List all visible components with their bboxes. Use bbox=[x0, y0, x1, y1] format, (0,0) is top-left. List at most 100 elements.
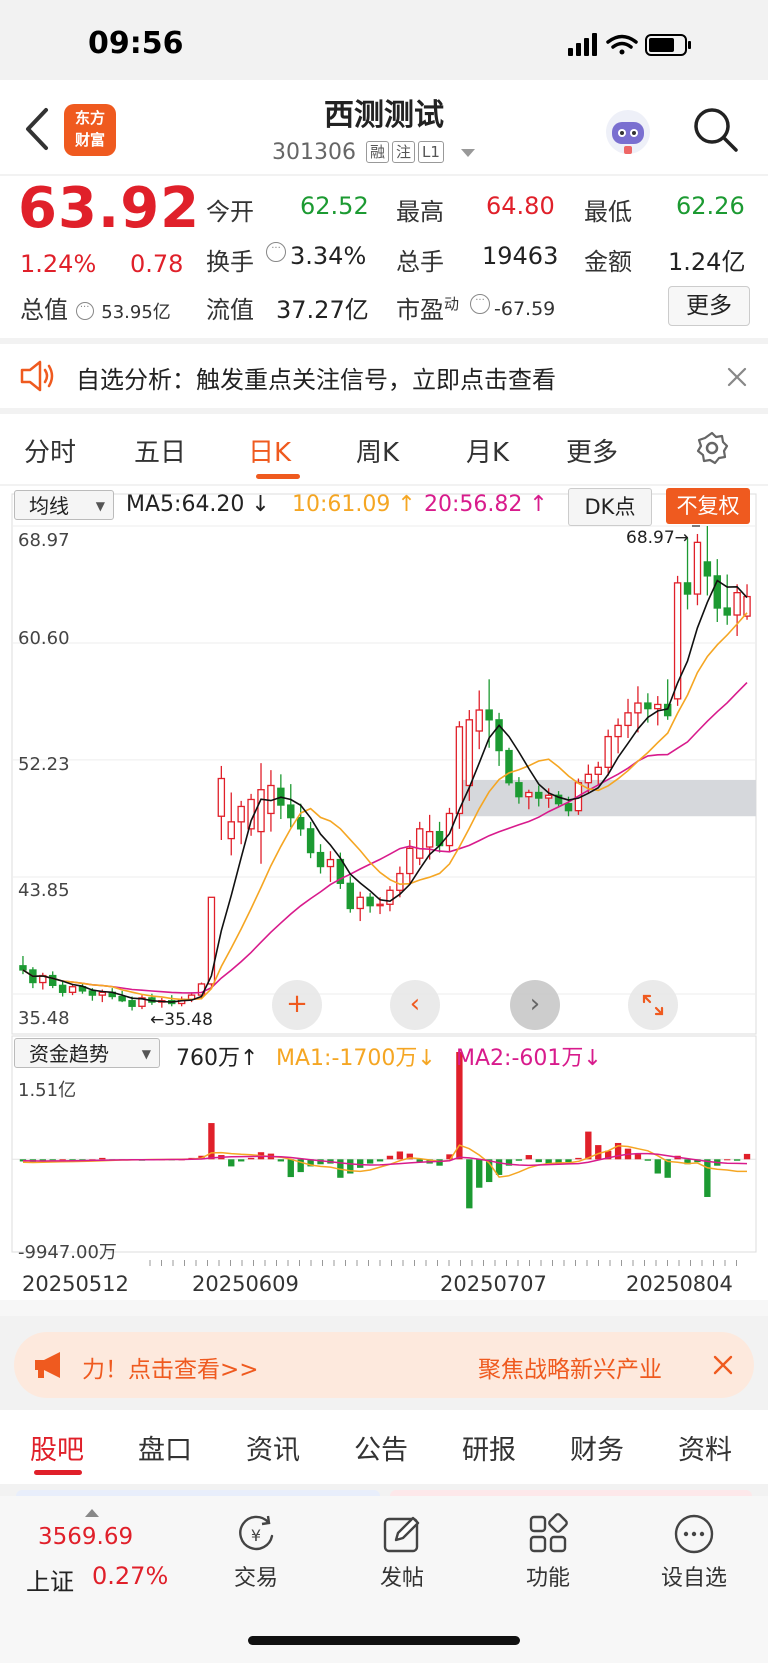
flow-bar bbox=[238, 1159, 245, 1162]
candle bbox=[594, 766, 602, 775]
candle bbox=[406, 847, 414, 875]
previous-button[interactable]: ‹ bbox=[390, 980, 440, 1030]
tab-daily-k[interactable]: 日K bbox=[248, 432, 291, 469]
tab-intraday[interactable]: 分时 bbox=[24, 432, 76, 469]
candle bbox=[425, 830, 434, 848]
candle bbox=[723, 607, 731, 616]
nav-features-label[interactable]: 功能 bbox=[503, 1560, 593, 1592]
pe-info-icon[interactable]: ··· bbox=[470, 294, 490, 314]
candle bbox=[733, 592, 741, 616]
flow-ma1-line bbox=[22, 1144, 747, 1178]
candle bbox=[535, 791, 543, 799]
nav-post-label[interactable]: 发帖 bbox=[357, 1560, 447, 1592]
flow-y-max: 1.51亿 bbox=[18, 1080, 77, 1101]
y-tick-label: 43.85 bbox=[18, 880, 70, 901]
kline-frame bbox=[11, 493, 757, 1035]
float-label: 流值 bbox=[206, 296, 254, 324]
post-icon[interactable] bbox=[380, 1512, 424, 1556]
fullscreen-icon[interactable] bbox=[628, 980, 678, 1030]
candle bbox=[544, 794, 553, 799]
flow-indicator-select[interactable]: 资金趋势 ▼ bbox=[14, 1038, 160, 1068]
float-value: 37.27亿 bbox=[276, 296, 369, 324]
tab-order-book[interactable]: 盘口 bbox=[138, 1428, 192, 1467]
candlestick-chart[interactable] bbox=[0, 486, 768, 1316]
tab-announcements[interactable]: 公告 bbox=[354, 1428, 408, 1467]
indicator-select[interactable]: 均线 ▼ bbox=[14, 490, 114, 520]
turnover-label: 换手 bbox=[206, 248, 254, 276]
y-tick-label: 52.23 bbox=[18, 754, 70, 775]
high-value: 64.80 bbox=[486, 192, 555, 220]
svg-text:¥: ¥ bbox=[251, 1526, 261, 1545]
trade-icon[interactable]: ¥ bbox=[234, 1512, 278, 1556]
low-label: 最低 bbox=[584, 198, 632, 226]
ma5-label: MA5:64.20 ↓ bbox=[126, 492, 270, 517]
zoom-in-button[interactable]: + bbox=[272, 980, 322, 1030]
flow-bar bbox=[476, 1159, 483, 1188]
close-icon[interactable] bbox=[712, 1354, 734, 1376]
tab-more[interactable]: 更多 bbox=[566, 432, 618, 469]
flow-bar bbox=[466, 1159, 473, 1209]
total-value[interactable]: 总值 ··· 53.95亿 bbox=[20, 290, 171, 325]
flow-bar bbox=[386, 1155, 394, 1160]
flow-bar bbox=[287, 1159, 294, 1178]
features-icon[interactable] bbox=[526, 1512, 570, 1556]
index-change-pct: 0.27% bbox=[92, 1562, 169, 1590]
search-icon[interactable] bbox=[690, 104, 740, 154]
y-tick-label: 68.97 bbox=[18, 530, 70, 551]
tab-research[interactable]: 研报 bbox=[462, 1428, 516, 1467]
nav-watchlist-label[interactable]: 设自选 bbox=[649, 1560, 739, 1592]
home-indicator bbox=[248, 1636, 520, 1645]
status-time: 09:56 bbox=[88, 26, 184, 61]
candle bbox=[227, 821, 235, 840]
close-icon[interactable] bbox=[726, 366, 748, 388]
ma10-label: 10:61.09 ↑ bbox=[292, 492, 416, 517]
flow-bar bbox=[436, 1159, 443, 1166]
robot-assistant-icon[interactable] bbox=[600, 104, 656, 160]
candle bbox=[386, 889, 394, 905]
flow-bar bbox=[585, 1131, 592, 1160]
expand-up-icon[interactable] bbox=[84, 1508, 100, 1518]
more-dots-icon[interactable] bbox=[672, 1512, 716, 1556]
dk-point-button[interactable]: DK点 bbox=[568, 488, 652, 526]
index-value[interactable]: 3569.69 bbox=[38, 1524, 133, 1550]
tab-forum[interactable]: 股吧 bbox=[30, 1428, 84, 1467]
y-tick-label: 60.60 bbox=[18, 628, 70, 649]
flow-bar bbox=[575, 1157, 582, 1160]
tab-financials[interactable]: 财务 bbox=[570, 1428, 624, 1467]
next-button[interactable]: › bbox=[510, 980, 560, 1030]
open-value: 62.52 bbox=[300, 192, 369, 220]
flow-bar bbox=[228, 1159, 235, 1167]
candle bbox=[237, 805, 245, 823]
speaker-icon bbox=[20, 360, 54, 392]
nav-trade-label[interactable]: 交易 bbox=[211, 1560, 301, 1592]
flow-bar bbox=[515, 1159, 523, 1161]
stock-code-row[interactable]: 301306 融注 L1 bbox=[272, 140, 477, 165]
turnover-info-icon[interactable]: ··· bbox=[266, 242, 286, 262]
wifi-icon bbox=[606, 34, 638, 55]
no-adjust-button[interactable]: 不复权 bbox=[666, 488, 750, 524]
candle bbox=[287, 804, 295, 819]
low-value: 62.26 bbox=[676, 192, 745, 220]
tag-level: L1 bbox=[418, 141, 444, 163]
settings-icon[interactable] bbox=[694, 430, 730, 466]
candle bbox=[634, 702, 642, 714]
max-price-marker: 68.97→ bbox=[626, 528, 689, 548]
x-date-label: 20250609 bbox=[192, 1272, 299, 1296]
active-tab-indicator bbox=[34, 1470, 82, 1475]
last-price: 63.92 bbox=[18, 176, 201, 241]
tab-monthly-k[interactable]: 月K bbox=[466, 432, 509, 469]
candle bbox=[525, 791, 533, 798]
more-quote-button[interactable]: 更多 bbox=[668, 286, 750, 326]
tab-weekly-k[interactable]: 周K bbox=[356, 432, 399, 469]
change-amount: 0.78 bbox=[130, 250, 184, 278]
flow-value: 760万↑ bbox=[176, 1046, 259, 1071]
turnover-value: 3.34% bbox=[290, 242, 367, 270]
flow-bar bbox=[743, 1153, 751, 1160]
total-value-value: 53.95亿 bbox=[101, 302, 171, 323]
tab-profile[interactable]: 资料 bbox=[678, 1428, 732, 1467]
tab-five-day[interactable]: 五日 bbox=[134, 432, 186, 469]
candle bbox=[683, 582, 692, 595]
tag-registered: 注 bbox=[392, 141, 416, 163]
candle bbox=[614, 724, 622, 738]
tab-news[interactable]: 资讯 bbox=[246, 1428, 300, 1467]
